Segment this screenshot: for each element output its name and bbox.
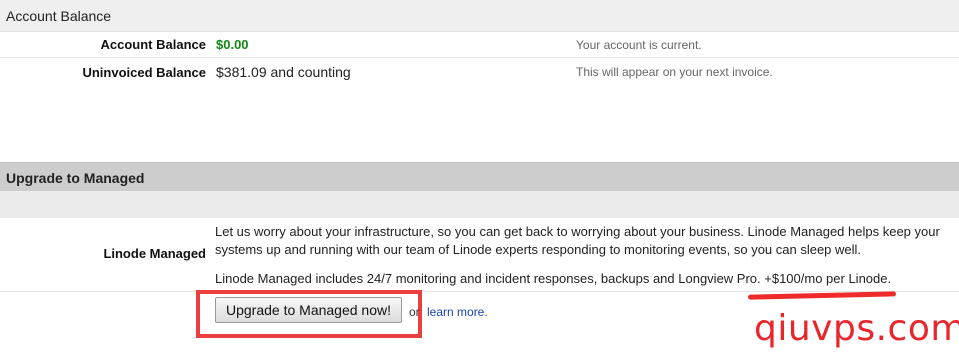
managed-description-text: Let us worry about your infrastructure, … [215,224,940,257]
red-underline-annotation [747,291,897,300]
uninvoiced-balance-value: $381.09 and counting [216,64,351,80]
invoice-note: This will appear on your next invoice. [576,65,773,79]
uninvoiced-balance-row: Uninvoiced Balance $381.09 and counting … [0,58,959,86]
upgrade-to-managed-button[interactable]: Upgrade to Managed now! [215,297,402,323]
account-balance-label: Account Balance [100,37,206,52]
or-text: or [409,305,420,319]
account-status-note: Your account is current. [576,38,702,52]
account-balance-title: Account Balance [6,8,112,24]
uninvoiced-balance-label: Uninvoiced Balance [82,65,206,80]
managed-includes-text: Linode Managed includes 24/7 monitoring … [215,271,892,286]
linode-managed-description: Let us worry about your infrastructure, … [215,223,950,288]
upgrade-managed-title: Upgrade to Managed [6,170,145,186]
watermark-text: qiuvps.com [754,308,959,349]
learn-more-link[interactable]: learn more. [427,305,488,319]
linode-managed-label: Linode Managed [103,246,206,261]
account-balance-header: Account Balance [0,0,959,32]
upgrade-managed-header: Upgrade to Managed [0,162,959,191]
row-divider [0,291,959,292]
account-balance-value: $0.00 [216,37,249,52]
upgrade-managed-subheader [0,191,959,218]
account-balance-row: Account Balance $0.00 Your account is cu… [0,32,959,58]
